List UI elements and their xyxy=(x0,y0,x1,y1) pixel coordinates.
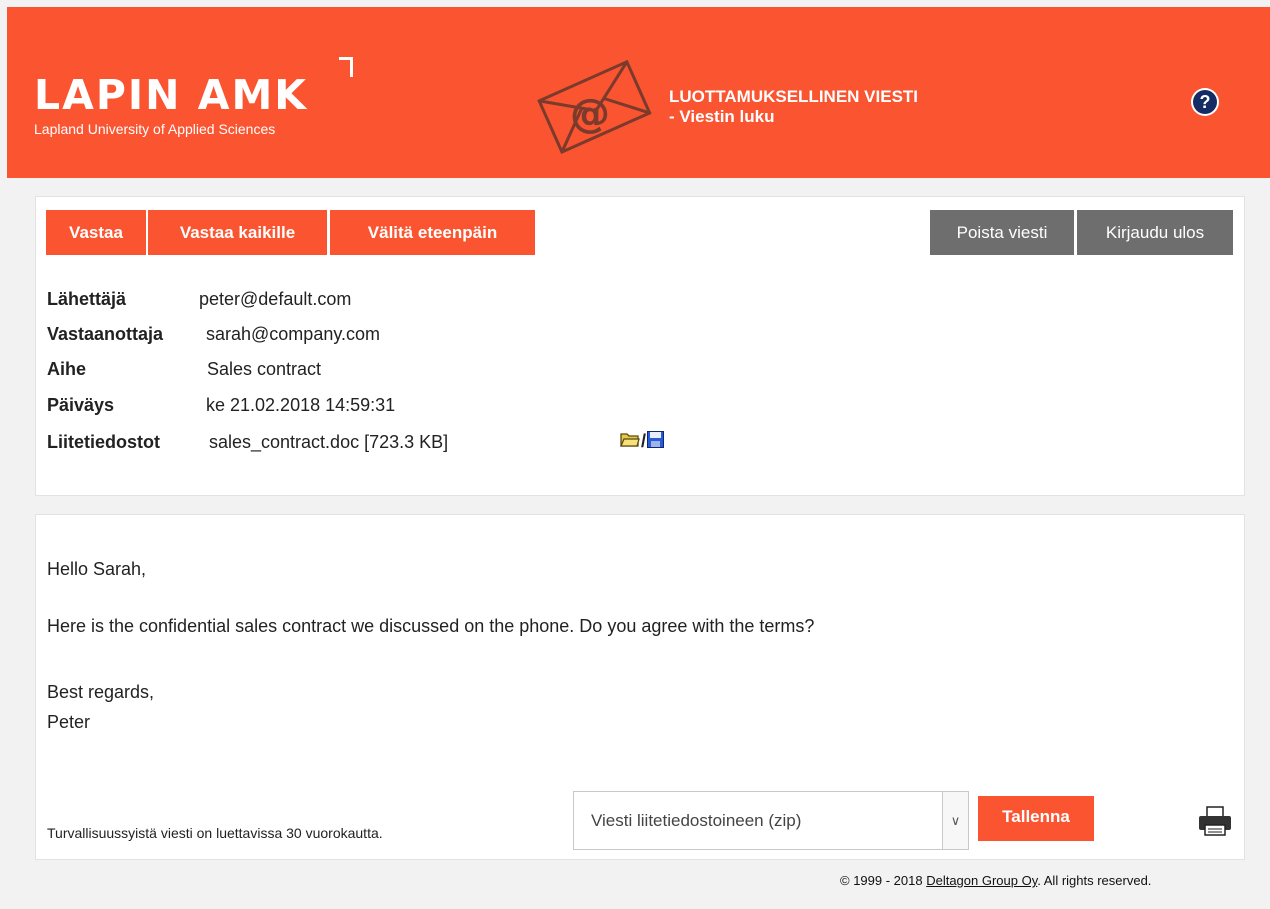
delete-message-button[interactable]: Poista viesti xyxy=(930,210,1074,255)
message-body-panel: Hello Sarah, Here is the confidential sa… xyxy=(35,514,1245,860)
attachment-name: sales_contract.doc [723.3 KB] xyxy=(209,432,449,452)
header: LAPIN AMK Lapland University of Applied … xyxy=(7,7,1270,178)
page-title: LUOTTAMUKSELLINEN VIESTI - Viestin luku xyxy=(669,87,918,127)
forward-button[interactable]: Välitä eteenpäin xyxy=(330,210,535,255)
printer-icon[interactable] xyxy=(1198,806,1232,841)
logo-main: LAPIN AMK xyxy=(34,71,309,119)
body-closing: Best regards, xyxy=(47,682,155,702)
open-folder-icon[interactable] xyxy=(620,430,640,453)
recipient-value: sarah@company.com xyxy=(206,324,381,344)
date-value: ke 21.02.2018 14:59:31 xyxy=(206,395,396,415)
attachment-separator: / xyxy=(641,431,647,451)
download-format-value: Viesti liitetiedostoineen (zip) xyxy=(591,811,802,830)
copyright-suffix: . All rights reserved. xyxy=(1037,873,1152,888)
help-icon-symbol: ? xyxy=(1193,90,1217,114)
save-button[interactable]: Tallenna xyxy=(978,796,1094,841)
body-text: Here is the confidential sales contract … xyxy=(47,616,815,636)
attachments-label: Liitetiedostot xyxy=(47,432,160,452)
save-disk-icon[interactable] xyxy=(647,430,665,453)
svg-text:@: @ xyxy=(570,91,610,137)
sender-value: peter@default.com xyxy=(199,289,352,309)
page-title-line1: LUOTTAMUKSELLINEN VIESTI xyxy=(669,87,919,106)
download-format-select[interactable]: Viesti liitetiedostoineen (zip) ∨ xyxy=(573,791,969,850)
reply-button[interactable]: Vastaa xyxy=(46,210,146,255)
message-header-panel: Vastaa Vastaa kaikille Välitä eteenpäin … xyxy=(35,196,1245,496)
page-title-line2: - Viestin luku xyxy=(669,107,775,126)
help-icon[interactable]: ? xyxy=(1191,88,1219,116)
chevron-down-icon[interactable]: ∨ xyxy=(942,792,968,849)
subject-value: Sales contract xyxy=(207,359,322,379)
subject-label: Aihe xyxy=(47,359,87,379)
sender-label: Lähettäjä xyxy=(47,289,127,309)
envelope-icon: @ xyxy=(534,59,654,159)
body-greeting: Hello Sarah, xyxy=(47,559,147,579)
body-signature: Peter xyxy=(47,712,91,732)
logo: LAPIN AMK Lapland University of Applied … xyxy=(34,73,308,137)
reply-all-button[interactable]: Vastaa kaikille xyxy=(148,210,327,255)
logout-button[interactable]: Kirjaudu ulos xyxy=(1077,210,1233,255)
retention-note: Turvallisuussyistä viesti on luettavissa… xyxy=(47,825,383,841)
logo-subtitle: Lapland University of Applied Sciences xyxy=(34,121,276,137)
attachment-actions: / xyxy=(620,430,665,453)
copyright: © 1999 - 2018 Deltagon Group Oy. All rig… xyxy=(840,873,1151,888)
logo-corner-mark xyxy=(339,57,353,77)
recipient-label: Vastaanottaja xyxy=(47,324,164,344)
deltagon-link[interactable]: Deltagon Group Oy xyxy=(926,873,1037,888)
copyright-prefix: © 1999 - 2018 xyxy=(840,873,927,888)
date-label: Päiväys xyxy=(47,395,115,415)
